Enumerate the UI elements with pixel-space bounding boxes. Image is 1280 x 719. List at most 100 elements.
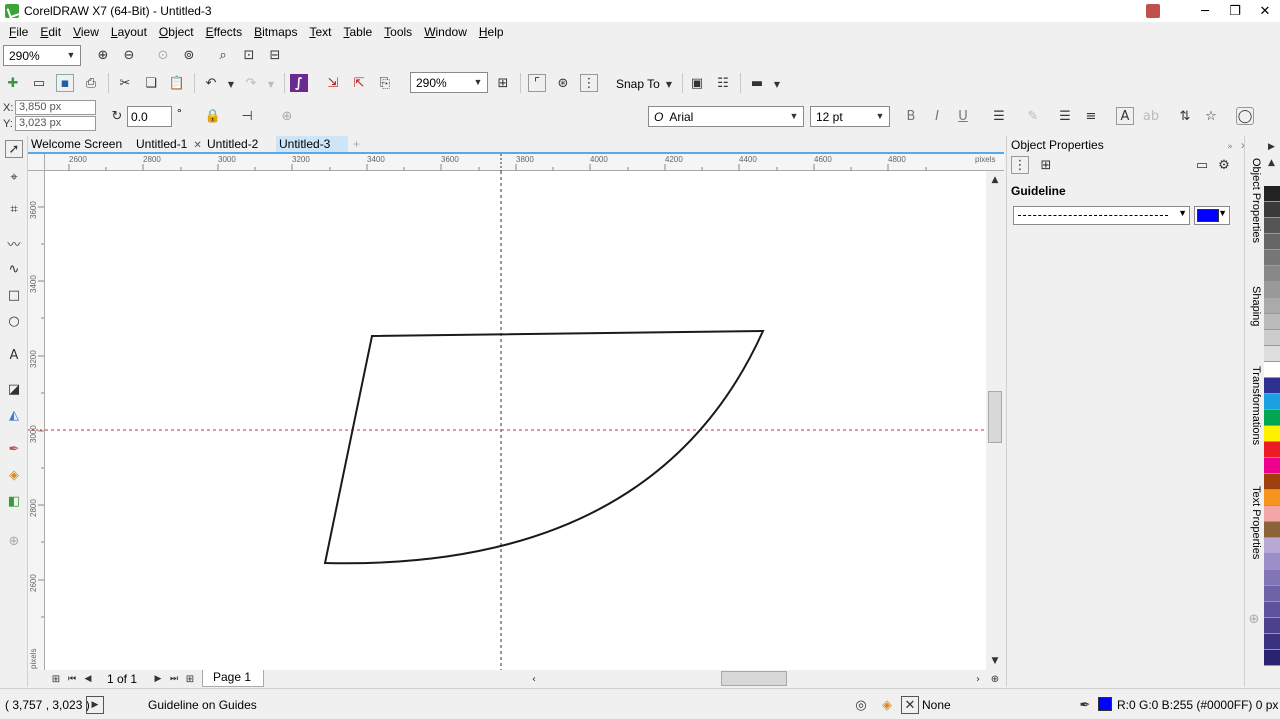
close-icon[interactable]: ✕: [193, 140, 201, 151]
palette-swatch[interactable]: [1264, 266, 1280, 282]
horizontal-scrollbar[interactable]: ‹ › ⊕: [525, 670, 1004, 687]
palette-swatch[interactable]: [1264, 586, 1280, 602]
pick-tool-icon[interactable]: ➚: [5, 140, 23, 158]
menu-view[interactable]: View: [68, 25, 104, 39]
horizontal-ruler[interactable]: 2600 2800 3000 3200 3400 3600 3800 4000 …: [45, 154, 1004, 171]
welcome-screen-icon[interactable]: ▣: [688, 74, 706, 92]
tab-untitled-2[interactable]: Untitled-2: [204, 136, 274, 152]
zoom-in-icon[interactable]: ⊕: [94, 46, 112, 64]
freehand-tool-icon[interactable]: 〰: [5, 234, 23, 253]
zoom-width-icon[interactable]: ⊡: [240, 46, 258, 64]
options-icon[interactable]: ☷: [714, 74, 732, 92]
y-position-field[interactable]: 3,023 px: [15, 116, 96, 131]
palette-swatch[interactable]: [1264, 634, 1280, 650]
guideline-tab-icon[interactable]: ⊞: [1037, 156, 1055, 174]
x-position-field[interactable]: 3,850 px: [15, 100, 96, 115]
line-style-select[interactable]: ▼: [1013, 206, 1190, 225]
minimize-button[interactable]: ─: [1190, 4, 1220, 19]
open-folder-icon[interactable]: ▭: [30, 74, 48, 92]
outline-color-swatch[interactable]: [1098, 697, 1112, 711]
menu-table[interactable]: Table: [338, 25, 377, 39]
menu-effects[interactable]: Effects: [201, 25, 247, 39]
menu-file[interactable]: File: [4, 25, 33, 39]
snap-to-dropdown-icon[interactable]: ▼: [660, 75, 678, 93]
docker-options-icon[interactable]: ⚙: [1215, 156, 1233, 174]
navigator-zoom-icon[interactable]: ⊕: [986, 670, 1004, 688]
menu-text[interactable]: Text: [304, 25, 336, 39]
launcher-dropdown-icon[interactable]: ▼: [768, 75, 786, 93]
smart-fill-icon[interactable]: ◧: [5, 492, 23, 510]
undo-icon[interactable]: ↶: [202, 74, 220, 92]
palette-swatch[interactable]: [1264, 506, 1280, 522]
quick-customize-icon[interactable]: ◯: [1236, 107, 1254, 125]
scroll-down-icon[interactable]: ▼: [986, 652, 1004, 670]
snap-to-button[interactable]: Snap To: [616, 77, 660, 91]
ruler-origin[interactable]: [28, 154, 45, 171]
menu-tools[interactable]: Tools: [379, 25, 417, 39]
no-fill-icon[interactable]: ✕: [901, 696, 919, 714]
shape-tool-icon[interactable]: ⌖: [5, 168, 23, 186]
palette-swatch[interactable]: [1264, 282, 1280, 298]
text-direction-icon[interactable]: ⇅: [1176, 107, 1194, 125]
menu-layout[interactable]: Layout: [106, 25, 152, 39]
previous-page-icon[interactable]: ◀: [79, 670, 97, 688]
search-content-icon[interactable]: ∫: [290, 74, 308, 92]
palette-swatch[interactable]: [1264, 234, 1280, 250]
palette-swatch[interactable]: [1264, 410, 1280, 426]
vertical-scroll-thumb[interactable]: [988, 391, 1002, 443]
outline-tab-icon[interactable]: ⋮: [1011, 156, 1029, 174]
menu-object[interactable]: Object: [154, 25, 199, 39]
add-tool-icon[interactable]: ⊕: [5, 532, 23, 550]
lock-icon[interactable]: 🔒: [204, 107, 222, 125]
palette-swatch[interactable]: [1264, 570, 1280, 586]
palette-swatch[interactable]: [1264, 314, 1280, 330]
palette-swatch[interactable]: [1264, 298, 1280, 314]
bold-icon[interactable]: B: [902, 107, 920, 125]
zoom-out-icon[interactable]: ⊖: [120, 46, 138, 64]
show-grid-icon[interactable]: ⊛: [554, 74, 572, 92]
text-alignment-icon[interactable]: ☰: [990, 107, 1008, 125]
scroll-left-icon[interactable]: ‹: [525, 670, 543, 688]
zoom-selected-icon[interactable]: ⊙: [154, 46, 172, 64]
guideline-color-picker[interactable]: ▼: [1194, 206, 1230, 225]
zoom-levels-select[interactable]: 290% ▼: [410, 72, 488, 93]
rectangle-tool-icon[interactable]: □: [5, 286, 23, 304]
tab-untitled-1[interactable]: Untitled-1 ✕: [133, 136, 203, 152]
edit-text-icon[interactable]: ab: [1142, 107, 1160, 125]
import-icon[interactable]: ⇲: [324, 74, 342, 92]
redo-dropdown-icon[interactable]: ▼: [262, 75, 280, 93]
vertical-ruler[interactable]: 3600 3400 3200 3000 2800 2600 pixels: [28, 171, 45, 670]
zoom-all-icon[interactable]: ⊚: [180, 46, 198, 64]
add-page-after-icon[interactable]: ⊞: [181, 670, 199, 688]
menu-edit[interactable]: Edit: [35, 25, 66, 39]
palette-swatch[interactable]: [1264, 538, 1280, 554]
print-icon[interactable]: ⎙: [82, 74, 100, 92]
copy-icon[interactable]: ❏: [142, 74, 160, 92]
palette-swatch[interactable]: [1264, 330, 1280, 346]
redo-icon[interactable]: ↷: [242, 74, 260, 92]
export-icon[interactable]: ⇱: [350, 74, 368, 92]
transparency-tool-icon[interactable]: ◭: [5, 406, 23, 424]
scroll-right-icon[interactable]: ›: [969, 670, 987, 688]
full-screen-preview-icon[interactable]: ⊞: [494, 74, 512, 92]
palette-swatch[interactable]: [1264, 522, 1280, 538]
horizontal-scroll-thumb[interactable]: [721, 671, 787, 686]
zoom-page-icon[interactable]: ⌕: [214, 46, 232, 64]
add-preset-icon[interactable]: ⊕: [278, 107, 296, 125]
palette-swatch[interactable]: [1264, 602, 1280, 618]
guideline-lock-icon[interactable]: ⊣: [238, 107, 256, 125]
scroll-up-icon[interactable]: ▲: [986, 171, 1004, 189]
drop-shadow-tool-icon[interactable]: ◪: [5, 380, 23, 398]
publish-pdf-icon[interactable]: ⎘: [376, 74, 394, 92]
tab-transformations[interactable]: Transformations: [1246, 366, 1262, 445]
save-icon[interactable]: ▪: [56, 74, 74, 92]
drop-cap-icon[interactable]: ≡: [1082, 107, 1100, 125]
favorite-star-icon[interactable]: ☆: [1202, 107, 1220, 125]
rotation-angle-field[interactable]: 0.0: [127, 106, 172, 127]
eyedropper-tool-icon[interactable]: ✒: [5, 440, 23, 458]
menu-bitmaps[interactable]: Bitmaps: [249, 25, 302, 39]
palette-swatch[interactable]: [1264, 618, 1280, 634]
undo-dropdown-icon[interactable]: ▼: [222, 75, 240, 93]
tab-welcome-screen[interactable]: Welcome Screen: [28, 136, 132, 152]
vertical-scrollbar[interactable]: ▲ ▼: [986, 171, 1004, 670]
